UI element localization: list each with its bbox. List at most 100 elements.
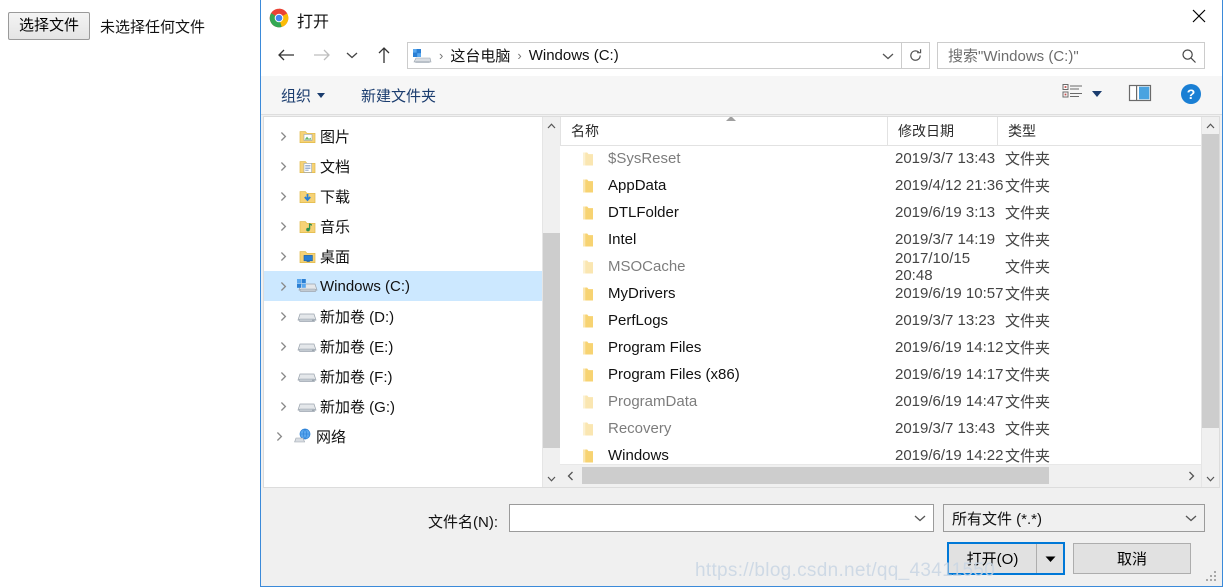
view-options-button[interactable] xyxy=(1062,83,1102,105)
sidebar-item-7[interactable]: 新加卷 (E:) xyxy=(264,331,542,361)
filename-combobox[interactable] xyxy=(509,504,934,532)
search-box[interactable]: 搜索"Windows (C:)" xyxy=(937,42,1205,69)
preview-pane-icon xyxy=(1128,83,1152,107)
column-header-name-label: 名称 xyxy=(571,123,599,139)
file-row[interactable]: PerfLogs 2019/3/7 13:23 文件夹 xyxy=(560,307,1201,334)
sidebar-item-9[interactable]: 新加卷 (G:) xyxy=(264,391,542,421)
cancel-button[interactable]: 取消 xyxy=(1073,543,1191,574)
file-list-scrollbar[interactable] xyxy=(1201,117,1219,487)
open-button-group[interactable]: 打开(O) xyxy=(947,542,1065,575)
expand-chevron-right-icon[interactable] xyxy=(272,131,294,142)
choose-file-button[interactable]: 选择文件 xyxy=(8,12,91,40)
new-folder-button[interactable]: 新建文件夹 xyxy=(361,85,436,106)
open-split-caret-icon[interactable] xyxy=(1037,544,1063,573)
folder-icon xyxy=(576,340,600,356)
breadcrumb-this-pc[interactable]: 这台电脑 xyxy=(448,45,512,66)
file-row[interactable]: Windows 2019/6/19 14:22 文件夹 xyxy=(560,442,1201,465)
filter-chevron-down-icon[interactable] xyxy=(1178,514,1204,522)
breadcrumb-windows-c[interactable]: Windows (C:) xyxy=(527,47,621,64)
file-row[interactable]: MyDrivers 2019/6/19 10:57 文件夹 xyxy=(560,280,1201,307)
filename-chevron-down-icon[interactable] xyxy=(907,514,933,522)
sidebar-item-4[interactable]: 桌面 xyxy=(264,241,542,271)
file-type-filter-dropdown[interactable]: 所有文件 (*.*) xyxy=(943,504,1205,532)
preview-pane-button[interactable] xyxy=(1128,83,1152,107)
file-row[interactable]: Intel 2019/3/7 14:19 文件夹 xyxy=(560,226,1201,253)
file-row[interactable]: MSOCache 2017/10/15 20:48 文件夹 xyxy=(560,250,1201,284)
expand-chevron-right-icon[interactable] xyxy=(268,431,290,442)
organize-label: 组织 xyxy=(281,88,312,105)
scroll-up-icon[interactable] xyxy=(543,117,560,134)
navigation-bar: › 这台电脑 › Windows (C:) 搜索"Windows (C:)" xyxy=(261,36,1222,76)
downloads-folder-icon xyxy=(294,189,320,204)
file-row[interactable]: ProgramData 2019/6/19 14:47 文件夹 xyxy=(560,388,1201,415)
filename-input[interactable] xyxy=(510,508,907,528)
windows-drive-icon xyxy=(294,278,320,294)
up-icon[interactable] xyxy=(369,40,399,70)
sidebar-item-2[interactable]: 下载 xyxy=(264,181,542,211)
recent-locations-chevron-down-icon[interactable] xyxy=(341,40,363,70)
dialog-title: 打开 xyxy=(297,14,330,31)
file-list-horizontal-scrollbar[interactable] xyxy=(560,464,1201,487)
file-row[interactable]: $SysReset 2019/3/7 13:43 文件夹 xyxy=(560,145,1201,172)
file-row[interactable]: Recovery 2019/3/7 13:43 文件夹 xyxy=(560,415,1201,442)
file-name: DTLFolder xyxy=(608,204,679,221)
file-row[interactable]: Program Files (x86) 2019/6/19 14:17 文件夹 xyxy=(560,361,1201,388)
file-input-control[interactable]: 选择文件 未选择任何文件 xyxy=(8,12,205,40)
sidebar-item-10[interactable]: 网络 xyxy=(264,421,542,451)
scroll-left-icon[interactable] xyxy=(560,465,580,486)
column-header-type[interactable]: 类型 xyxy=(997,117,1117,145)
sidebar-item-3[interactable]: 音乐 xyxy=(264,211,542,241)
open-button[interactable]: 打开(O) xyxy=(949,544,1037,573)
command-bar: 组织 新建文件夹 ? xyxy=(261,76,1222,115)
help-button[interactable]: ? xyxy=(1180,83,1202,109)
horizontal-scrollbar-thumb[interactable] xyxy=(582,467,1049,484)
file-name: MyDrivers xyxy=(608,285,676,302)
file-type: 文件夹 xyxy=(1005,394,1051,411)
expand-chevron-right-icon[interactable] xyxy=(272,371,294,382)
expand-chevron-right-icon[interactable] xyxy=(272,281,294,292)
expand-chevron-right-icon[interactable] xyxy=(272,161,294,172)
sidebar-item-8[interactable]: 新加卷 (F:) xyxy=(264,361,542,391)
address-bar[interactable]: › 这台电脑 › Windows (C:) xyxy=(407,42,930,69)
expand-chevron-right-icon[interactable] xyxy=(272,191,294,202)
expand-chevron-right-icon[interactable] xyxy=(272,341,294,352)
network-icon xyxy=(290,428,316,444)
drive-icon xyxy=(294,339,320,354)
file-type: 文件夹 xyxy=(1005,421,1051,438)
scroll-up-icon[interactable] xyxy=(1202,117,1219,134)
back-icon[interactable] xyxy=(271,40,301,70)
close-icon[interactable] xyxy=(1176,0,1222,32)
folder-tree: 图片 文档 下载 音乐 桌面 Windows (C:) 新加卷 (D:) 新加卷 (E:) 新加… xyxy=(264,117,542,451)
expand-chevron-right-icon[interactable] xyxy=(272,401,294,412)
file-row[interactable]: DTLFolder 2019/6/19 3:13 文件夹 xyxy=(560,199,1201,226)
tree-scrollbar[interactable] xyxy=(542,117,560,487)
scroll-right-icon[interactable] xyxy=(1181,465,1201,486)
file-type: 文件夹 xyxy=(1005,178,1051,195)
desktop-folder-icon xyxy=(294,249,320,264)
scroll-down-icon[interactable] xyxy=(1202,470,1219,487)
tree-scrollbar-thumb[interactable] xyxy=(543,233,560,448)
sidebar-item-6[interactable]: 新加卷 (D:) xyxy=(264,301,542,331)
sidebar-item-0[interactable]: 图片 xyxy=(264,121,542,151)
scroll-down-icon[interactable] xyxy=(543,470,560,487)
file-row[interactable]: AppData 2019/4/12 21:36 文件夹 xyxy=(560,172,1201,199)
refresh-icon[interactable] xyxy=(901,43,929,68)
expand-chevron-right-icon[interactable] xyxy=(272,251,294,262)
search-icon[interactable] xyxy=(1174,48,1204,64)
file-list-scrollbar-thumb[interactable] xyxy=(1202,134,1219,428)
expand-chevron-right-icon[interactable] xyxy=(272,221,294,232)
file-row[interactable]: Program Files 2019/6/19 14:12 文件夹 xyxy=(560,334,1201,361)
column-header-date[interactable]: 修改日期 xyxy=(887,117,997,145)
search-input[interactable]: 搜索"Windows (C:)" xyxy=(948,45,1174,66)
dialog-title-bar: 打开 xyxy=(261,0,1222,36)
address-chevron-down-icon[interactable] xyxy=(875,43,901,68)
sidebar-item-label: 文档 xyxy=(320,158,351,176)
expand-chevron-right-icon[interactable] xyxy=(272,311,294,322)
column-header-name[interactable]: 名称 xyxy=(560,117,887,145)
organize-button[interactable]: 组织 xyxy=(281,85,326,106)
sidebar-item-1[interactable]: 文档 xyxy=(264,151,542,181)
resize-grip-icon[interactable] xyxy=(1206,571,1218,583)
column-headers: 名称 修改日期 类型 xyxy=(560,117,1201,146)
sidebar-item-5[interactable]: Windows (C:) xyxy=(264,271,542,301)
file-type: 文件夹 xyxy=(1005,151,1051,168)
